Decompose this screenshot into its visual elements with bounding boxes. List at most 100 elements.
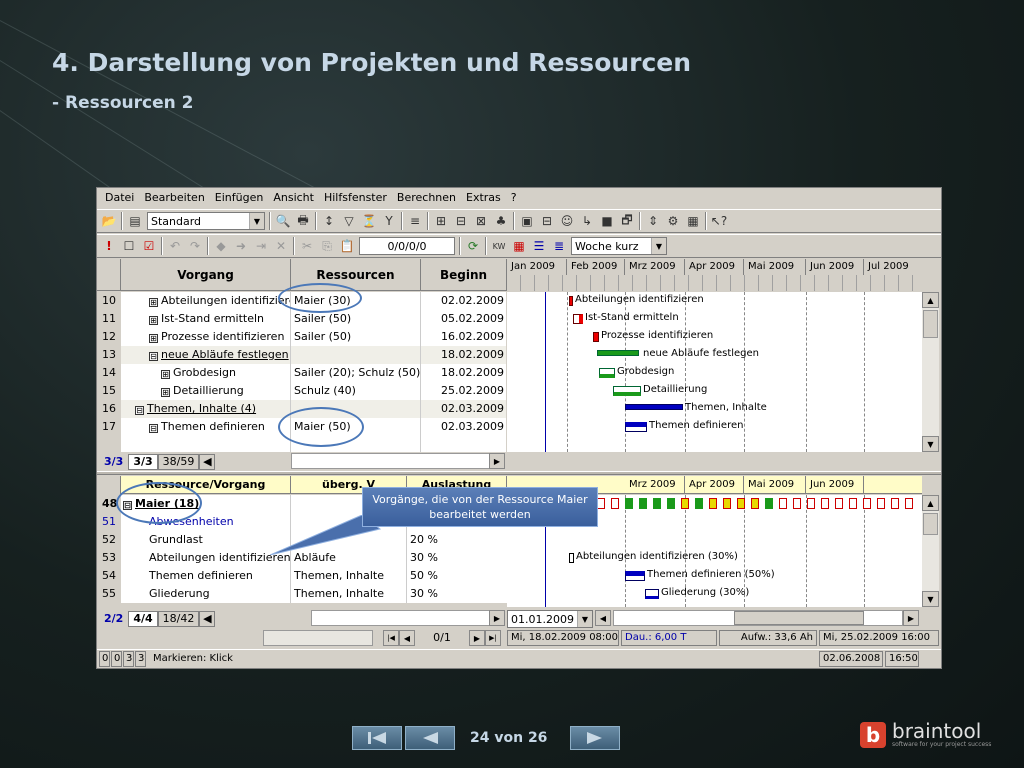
task-cell[interactable]: ⊟ neue Abläufe festlegen (121, 346, 291, 364)
task-cell[interactable]: ⊞ Detaillierung (121, 382, 291, 400)
scroll-up-icon[interactable]: ▲ (922, 292, 939, 308)
checked-icon[interactable]: ☑ (141, 238, 157, 254)
upper-vertical-scrollbar[interactable]: ▲ ▼ (922, 292, 939, 452)
resource-cell[interactable] (291, 346, 421, 364)
gantt-bar[interactable] (569, 553, 574, 563)
task-cell[interactable]: ⊞ Abteilungen identifiziere (121, 292, 291, 310)
gantt-bar[interactable] (569, 296, 573, 306)
priority-icon[interactable]: ! (101, 238, 117, 254)
resource-cell[interactable]: Themen definieren (121, 567, 291, 585)
sort-icon[interactable]: ↕ (321, 213, 337, 229)
first-record-icon[interactable]: |◀ (383, 630, 399, 646)
print-icon[interactable]: 🖶 (295, 213, 311, 229)
horizontal-scrollbar[interactable] (291, 453, 505, 469)
start-cell[interactable]: 02.03.2009 (421, 418, 506, 436)
menu-bearbeiten[interactable]: Bearbeiten (140, 188, 210, 208)
expand-icon[interactable]: ⊞ (149, 298, 158, 307)
split-window-icon[interactable]: ⇕ (645, 213, 661, 229)
expand-icon[interactable]: ⊞ (149, 316, 158, 325)
cut-icon[interactable]: ✂ (299, 238, 315, 254)
zoom-icon[interactable]: ■ (599, 213, 615, 229)
parent-cell[interactable]: Themen, Inhalte (291, 585, 407, 603)
list-detail-icon[interactable]: ≣ (551, 238, 567, 254)
calendar-icon[interactable]: ▣ (519, 213, 535, 229)
scroll-thumb[interactable] (923, 310, 938, 338)
table-row[interactable]: 55 Gliederung Themen, Inhalte 30 % (97, 585, 507, 603)
scroll-thumb[interactable] (734, 611, 864, 625)
start-cell[interactable]: 25.02.2009 (421, 382, 506, 400)
gantt-bar[interactable] (573, 314, 583, 324)
load-cell[interactable]: 50 % (407, 567, 507, 585)
next-record-icon[interactable]: ▶ (469, 630, 485, 646)
tab-counter[interactable]: 38/59 (157, 454, 200, 470)
gantt-bar[interactable] (599, 368, 615, 378)
autofilter-icon[interactable]: Y (381, 213, 397, 229)
redo-icon[interactable]: ↷ (187, 238, 203, 254)
table-row[interactable]: 14 ⊞ Grobdesign Sailer (20); Schulz (50) … (97, 364, 507, 382)
load-cell[interactable]: 30 % (407, 549, 507, 567)
record-filter-field[interactable] (263, 630, 373, 646)
settings-icon[interactable]: ⚙ (665, 213, 681, 229)
resource-cell[interactable]: Gliederung (121, 585, 291, 603)
scroll-down-icon[interactable]: ▼ (922, 591, 939, 607)
date-combo[interactable]: 01.01.2009 ▼ (507, 610, 593, 628)
start-cell[interactable]: 02.02.2009 (421, 292, 506, 310)
tab-counter[interactable]: 2/2 (99, 611, 129, 627)
pane-splitter[interactable] (97, 471, 941, 475)
start-cell[interactable]: 05.02.2009 (421, 310, 506, 328)
table-row[interactable]: 15 ⊞ Detaillierung Schulz (40) 25.02.2009 (97, 382, 507, 400)
copy-icon[interactable]: ⎘ (319, 238, 335, 254)
prev-slide-button[interactable] (405, 726, 455, 750)
load-cell[interactable]: 30 % (407, 585, 507, 603)
collapse-icon[interactable]: ⊟ (149, 424, 158, 433)
start-cell[interactable]: 18.02.2009 (421, 364, 506, 382)
open-folder-icon[interactable]: 📂 (101, 213, 117, 229)
scroll-left-icon[interactable]: ◀ (199, 611, 216, 627)
print-preview-icon[interactable]: 🔍 (275, 213, 291, 229)
menu-datei[interactable]: Datei (101, 188, 140, 208)
first-slide-button[interactable] (352, 726, 402, 750)
resource-cell[interactable]: Grundlast (121, 531, 291, 549)
checkbox-icon[interactable]: ☐ (121, 238, 137, 254)
view-icon[interactable]: ▤ (127, 213, 143, 229)
chevron-down-icon[interactable]: ▼ (577, 611, 592, 627)
help-pointer-icon[interactable]: ↖? (711, 213, 727, 229)
arrow-left-icon[interactable]: ◆ (213, 238, 229, 254)
menu-extras[interactable]: Extras (462, 188, 507, 208)
tab-counter[interactable]: 3/3 (128, 454, 158, 470)
scroll-left-icon[interactable]: ◀ (595, 610, 611, 626)
timeline-scrollbar[interactable] (613, 610, 903, 626)
column-header-task[interactable]: Vorgang (121, 259, 291, 291)
calendar-week-icon[interactable]: KW (491, 238, 507, 254)
indent-icon[interactable]: ≡ (407, 213, 423, 229)
resource-icon[interactable]: ♣ (493, 213, 509, 229)
task-cell[interactable]: ⊟ Themen definieren (121, 418, 291, 436)
horizontal-scrollbar[interactable] (311, 610, 505, 626)
table-row[interactable]: 54 Themen definieren Themen, Inhalte 50 … (97, 567, 507, 585)
gantt-bar[interactable] (613, 386, 641, 396)
task-cell[interactable]: ⊞ Ist-Stand ermitteln (121, 310, 291, 328)
parent-cell[interactable]: Themen, Inhalte (291, 567, 407, 585)
menu-ansicht[interactable]: Ansicht (269, 188, 320, 208)
table-row[interactable]: 11 ⊞ Ist-Stand ermitteln Sailer (50) 05.0… (97, 310, 507, 328)
start-cell[interactable]: 16.02.2009 (421, 328, 506, 346)
resource-cell[interactable]: Sailer (20); Schulz (50) (291, 364, 421, 382)
upper-gantt-chart[interactable]: Abteilungen identifizieren Ist-Stand erm… (507, 292, 922, 452)
menu-hilfsfenster[interactable]: Hilfsfenster (320, 188, 393, 208)
next-slide-button[interactable] (570, 726, 620, 750)
resource-cell[interactable]: Schulz (40) (291, 382, 421, 400)
template-icon[interactable]: ▦ (685, 213, 701, 229)
undo-icon[interactable]: ↶ (167, 238, 183, 254)
column-header-start[interactable]: Beginn (421, 259, 507, 291)
scroll-down-icon[interactable]: ▼ (922, 436, 939, 452)
expand-icon[interactable]: ⊞ (161, 388, 170, 397)
view-combo[interactable]: Standard ▼ (147, 212, 265, 230)
timeline-icon[interactable]: ⊟ (539, 213, 555, 229)
delete-icon[interactable]: ✕ (273, 238, 289, 254)
start-cell[interactable]: 02.03.2009 (421, 400, 506, 418)
task-cell[interactable]: ⊟ Themen, Inhalte (4) (121, 400, 291, 418)
outdent-icon[interactable]: ⇥ (253, 238, 269, 254)
scroll-up-icon[interactable]: ▲ (922, 495, 939, 511)
gantt-bar[interactable] (625, 571, 645, 581)
task-cell[interactable]: ⊞ Grobdesign (121, 364, 291, 382)
